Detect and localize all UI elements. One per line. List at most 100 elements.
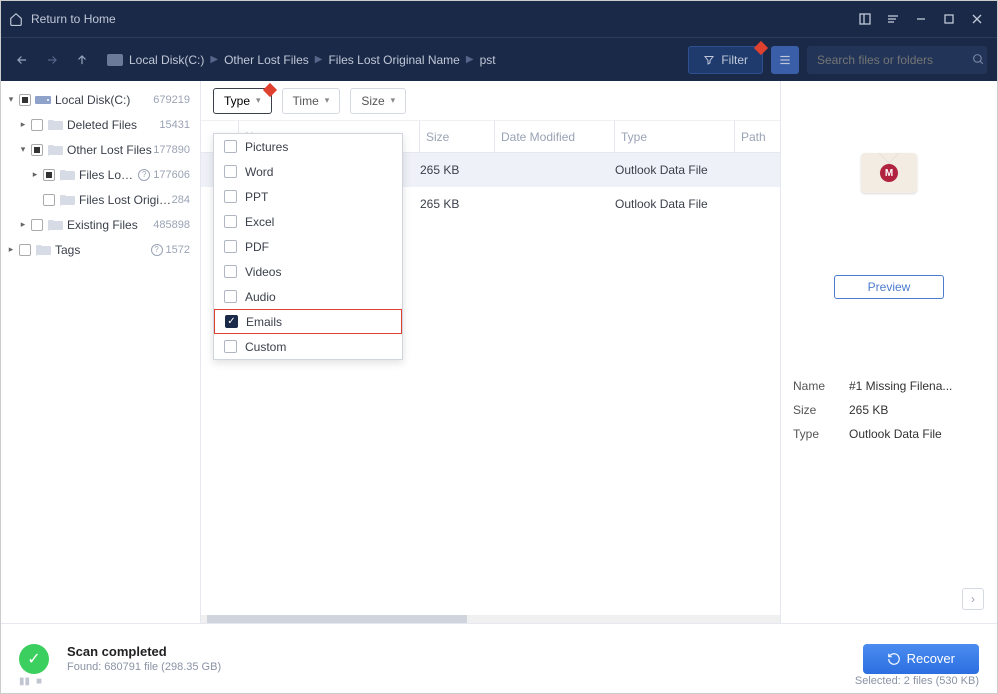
expand-icon[interactable]: ▸: [5, 244, 17, 256]
filter-bar: Type ▾ Time ▾ Size ▾: [201, 81, 780, 121]
size-label: Size: [361, 94, 384, 108]
col-size[interactable]: Size: [420, 121, 495, 152]
size-dropdown[interactable]: Size ▾: [350, 88, 406, 114]
toolbar: Local Disk(C:) ▶ Other Lost Files ▶ File…: [1, 37, 997, 81]
type-option-excel[interactable]: Excel: [214, 209, 402, 234]
tree-checkbox[interactable]: [31, 119, 43, 131]
tree-checkbox[interactable]: [43, 194, 55, 206]
type-dropdown[interactable]: Type ▾: [213, 88, 272, 114]
pause-icon[interactable]: ▮▮: [19, 676, 30, 687]
tree-label: Files Lost Original Dire...: [79, 193, 172, 207]
file-list-panel: Type ▾ Time ▾ Size ▾ Pictures Word PPT E…: [201, 81, 781, 623]
breadcrumb-item[interactable]: Files Lost Original Name: [328, 53, 459, 67]
detail-key-size: Size: [793, 403, 849, 417]
list-icon: [778, 53, 792, 67]
expand-icon[interactable]: ▸: [17, 119, 29, 131]
folder-icon: [47, 118, 63, 132]
col-type[interactable]: Type: [615, 121, 735, 152]
menu-button[interactable]: [881, 7, 905, 31]
home-icon: [9, 12, 23, 26]
type-option-audio[interactable]: Audio: [214, 284, 402, 309]
tree-node-floname[interactable]: ▸ Files Lost Origi... ? 177606: [1, 162, 200, 187]
checkbox[interactable]: [224, 340, 237, 353]
tree-checkbox[interactable]: [19, 94, 31, 106]
type-option-word[interactable]: Word: [214, 159, 402, 184]
preview-button[interactable]: Preview: [834, 275, 944, 299]
collapse-icon[interactable]: ▾: [5, 94, 17, 106]
tree-node-existing[interactable]: ▸ Existing Files 485898: [1, 212, 200, 237]
detail-key-name: Name: [793, 379, 849, 393]
tree-checkbox[interactable]: [19, 244, 31, 256]
titlebar: Return to Home: [1, 1, 997, 37]
tree-node-other[interactable]: ▾ Other Lost Files 177890: [1, 137, 200, 162]
minimize-button[interactable]: [909, 7, 933, 31]
tree-node-deleted[interactable]: ▸ Deleted Files 15431: [1, 112, 200, 137]
option-label: Pictures: [245, 140, 288, 154]
tree-checkbox[interactable]: [31, 144, 43, 156]
recover-button[interactable]: Recover: [863, 644, 979, 674]
breadcrumb: Local Disk(C:) ▶ Other Lost Files ▶ File…: [107, 53, 496, 67]
tree-node-tags[interactable]: ▸ Tags ? 1572: [1, 237, 200, 262]
nav-back-button[interactable]: [11, 49, 33, 71]
checkbox[interactable]: [224, 140, 237, 153]
col-path[interactable]: Path: [735, 121, 780, 152]
tree-label: Local Disk(C:): [55, 93, 153, 107]
type-option-ppt[interactable]: PPT: [214, 184, 402, 209]
tree-checkbox[interactable]: [31, 219, 43, 231]
checkbox[interactable]: [224, 190, 237, 203]
expand-icon[interactable]: ▸: [29, 169, 41, 181]
maximize-button[interactable]: [937, 7, 961, 31]
tree-checkbox[interactable]: [43, 169, 55, 181]
filter-icon: [703, 54, 715, 66]
checkbox[interactable]: [224, 165, 237, 178]
folder-icon: [47, 218, 63, 232]
filter-button[interactable]: Filter: [688, 46, 763, 74]
selection-info: Selected: 2 files (530 KB): [855, 675, 979, 687]
type-option-pictures[interactable]: Pictures: [214, 134, 402, 159]
stop-icon[interactable]: ■: [36, 676, 42, 687]
type-option-custom[interactable]: Custom: [214, 334, 402, 359]
help-icon[interactable]: ?: [138, 169, 150, 181]
next-preview-button[interactable]: ›: [962, 588, 984, 610]
preview-panel: M Preview Name#1 Missing Filena... Size2…: [781, 81, 997, 623]
breadcrumb-item[interactable]: Other Lost Files: [224, 53, 309, 67]
filter-active-indicator: [754, 40, 768, 54]
col-date[interactable]: Date Modified: [495, 121, 615, 152]
filter-active-indicator: [262, 82, 276, 96]
return-home-link[interactable]: Return to Home: [9, 12, 116, 26]
layout-button[interactable]: [853, 7, 877, 31]
breadcrumb-item[interactable]: pst: [480, 53, 496, 67]
breadcrumb-disk[interactable]: Local Disk(C:): [129, 53, 204, 67]
nav-forward-button[interactable]: [41, 49, 63, 71]
sidebar-tree: ▾ Local Disk(C:) 679219 ▸ Deleted Files …: [1, 81, 201, 623]
checkbox[interactable]: [224, 215, 237, 228]
help-icon[interactable]: ?: [151, 244, 163, 256]
checkbox[interactable]: [224, 290, 237, 303]
horizontal-scrollbar[interactable]: [201, 615, 780, 623]
type-option-emails[interactable]: ✓Emails: [214, 309, 402, 334]
time-dropdown[interactable]: Time ▾: [282, 88, 341, 114]
search-box[interactable]: [807, 46, 987, 74]
tree-node-root[interactable]: ▾ Local Disk(C:) 679219: [1, 87, 200, 112]
folder-icon: [59, 193, 75, 207]
type-option-videos[interactable]: Videos: [214, 259, 402, 284]
status-subtitle: Found: 680791 file (298.35 GB): [67, 661, 221, 673]
type-option-pdf[interactable]: PDF: [214, 234, 402, 259]
type-label: Type: [224, 94, 250, 108]
tree-node-flodir[interactable]: Files Lost Original Dire... 284: [1, 187, 200, 212]
list-view-button[interactable]: [771, 46, 799, 74]
disk-icon: [35, 93, 51, 107]
checkbox[interactable]: [224, 240, 237, 253]
envelope-icon: M: [861, 153, 917, 193]
expand-icon[interactable]: ▸: [17, 219, 29, 231]
disk-icon: [107, 54, 123, 66]
checkbox[interactable]: ✓: [225, 315, 238, 328]
collapse-icon[interactable]: ▾: [17, 144, 29, 156]
close-button[interactable]: [965, 7, 989, 31]
search-input[interactable]: [817, 53, 972, 67]
nav-up-button[interactable]: [71, 49, 93, 71]
recover-icon: [887, 652, 901, 666]
check-icon: ✓: [19, 644, 49, 674]
checkbox[interactable]: [224, 265, 237, 278]
scrollbar-thumb[interactable]: [207, 615, 467, 623]
